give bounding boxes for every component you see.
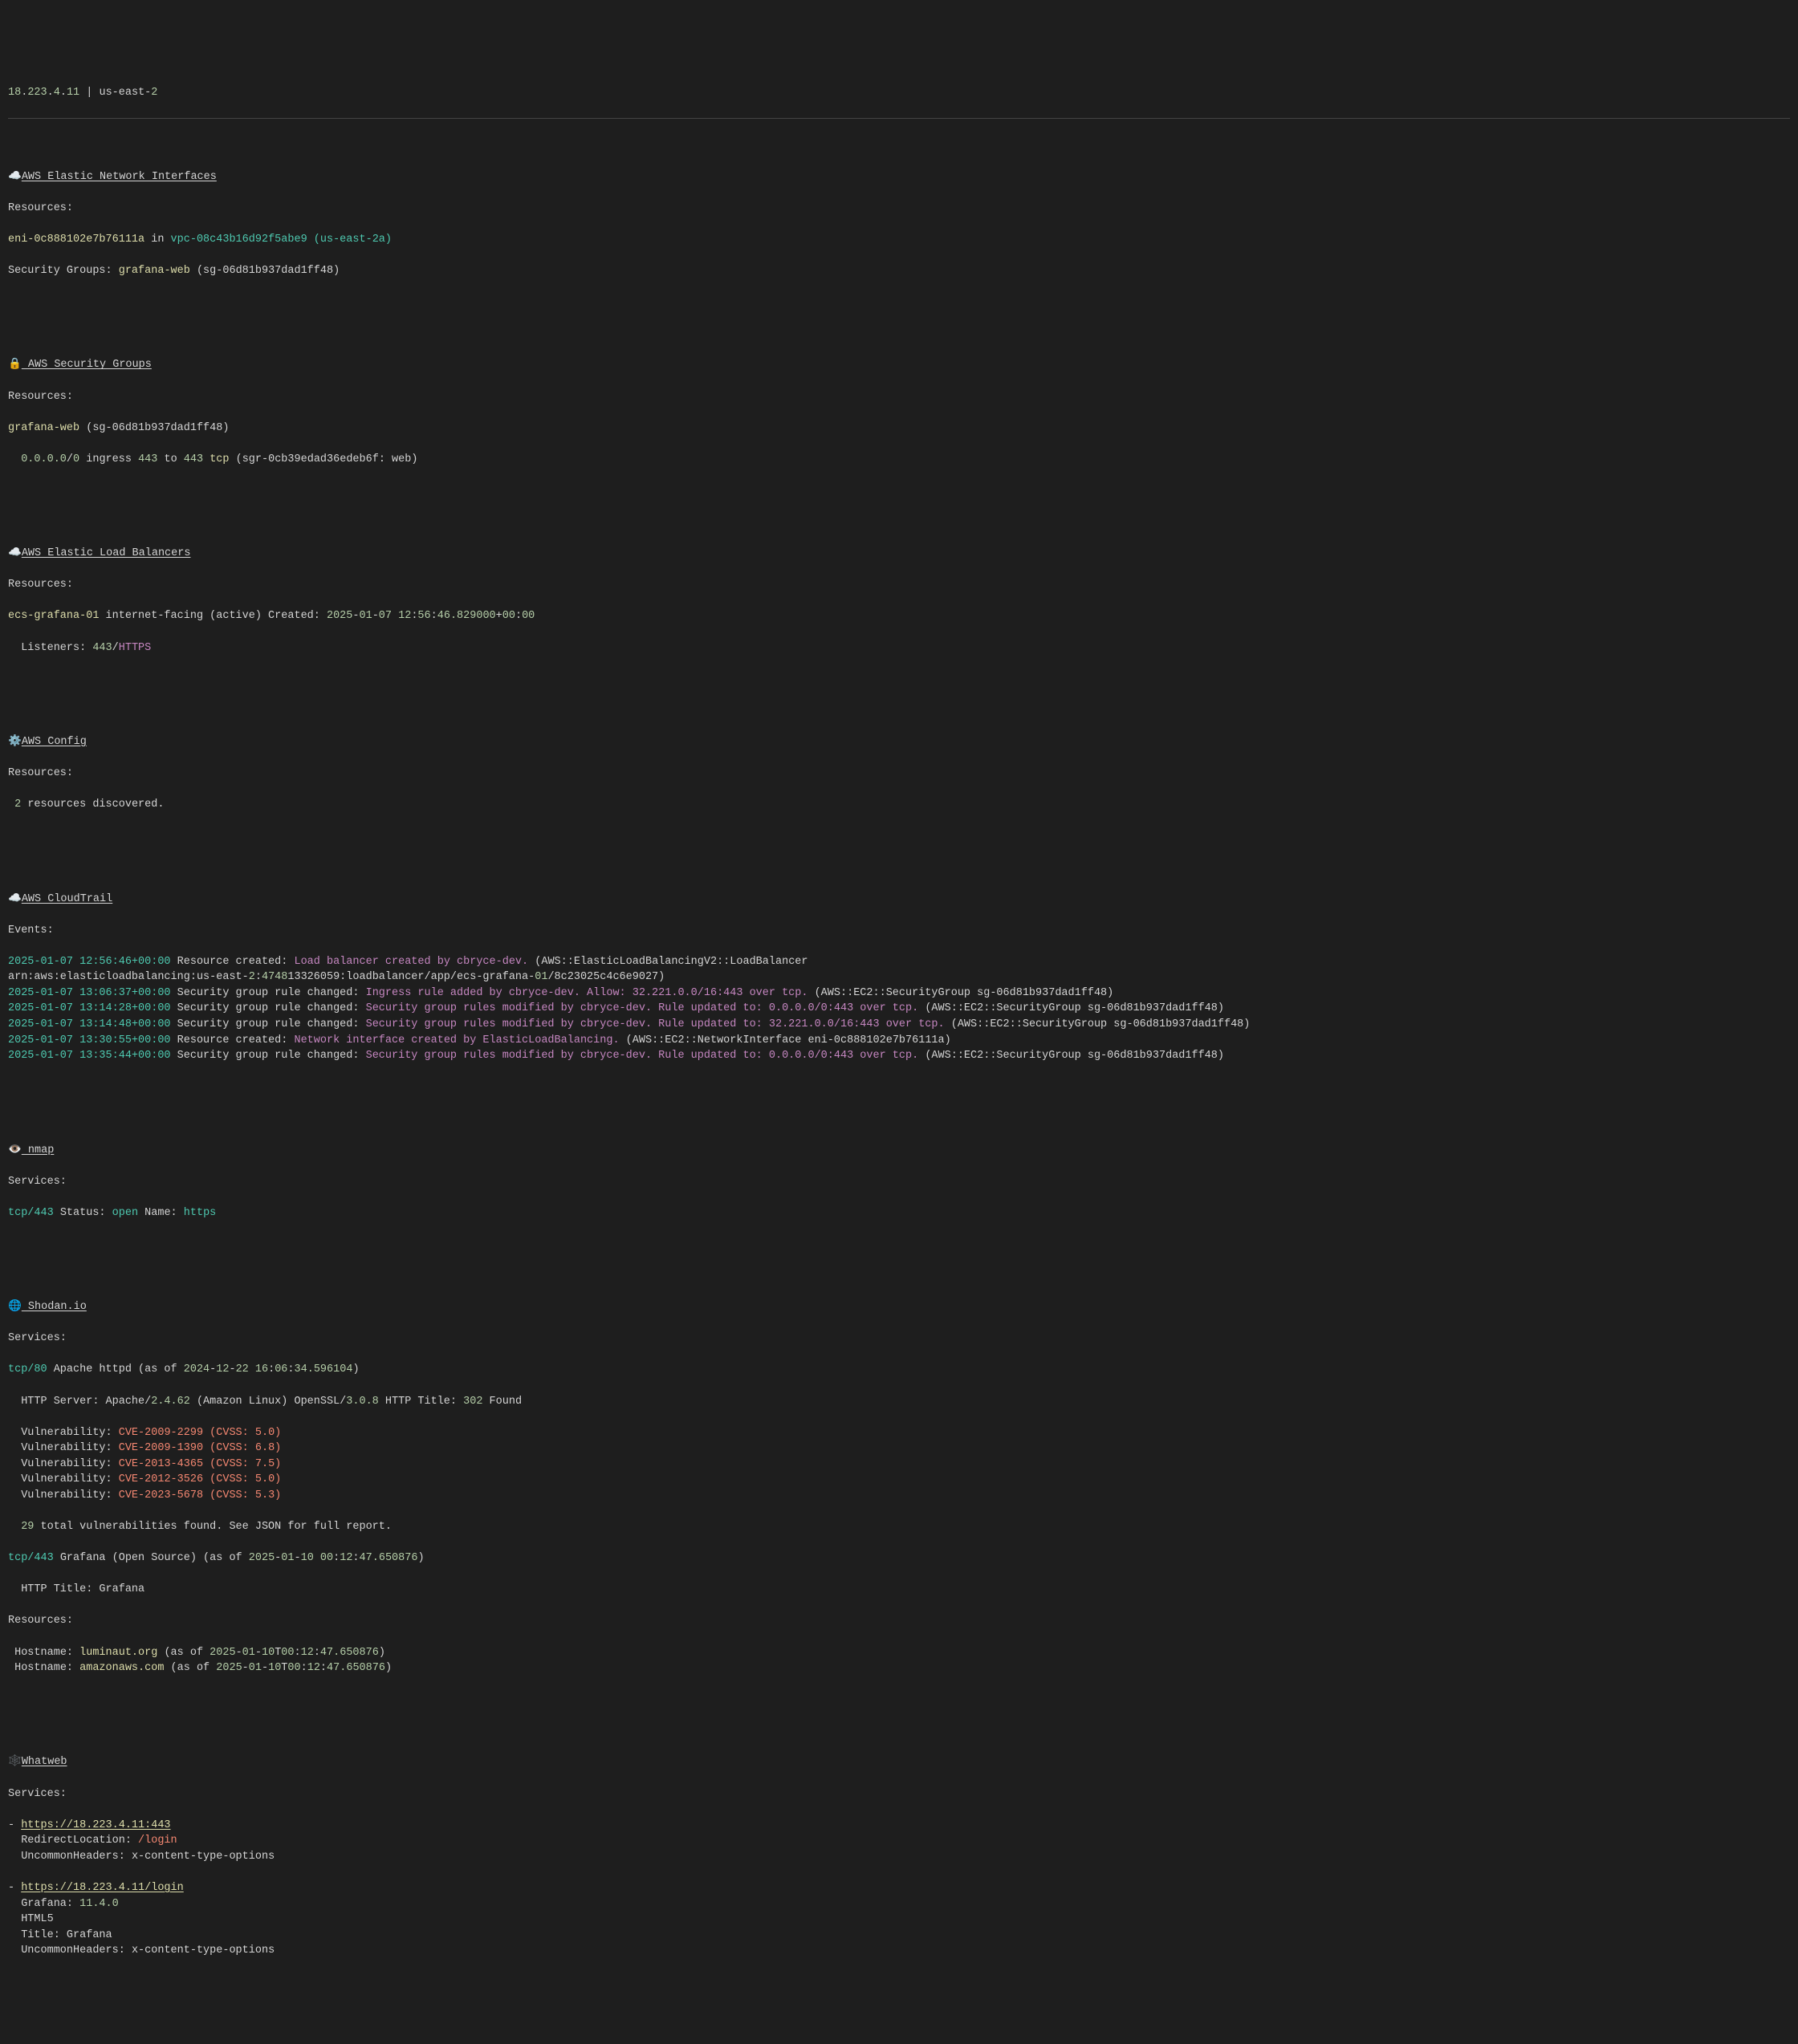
nmap-services-label: Services: [8, 1174, 1790, 1190]
elb-resources-label: Resources: [8, 577, 1790, 593]
sg-resources-label: Resources: [8, 389, 1790, 405]
gear-icon: ⚙️ [8, 736, 22, 748]
whatweb-detail-line: UncommonHeaders: x-content-type-options [8, 1849, 1790, 1865]
whatweb-detail-line: UncommonHeaders: x-content-type-options [8, 1943, 1790, 1959]
section-eni-header: ☁️AWS Elastic Network Interfaces [8, 169, 1790, 185]
elb-line: ecs-grafana-01 internet-facing (active) … [8, 608, 1790, 624]
shodan-svc2-http-title: HTTP Title: Grafana [8, 1582, 1790, 1598]
shodan-svc1-line: tcp/80 Apache httpd (as of 2024-12-22 16… [8, 1362, 1790, 1378]
lock-icon: 🔒 [8, 359, 22, 371]
eye-icon: 👁️ [8, 1144, 22, 1156]
eni-resource-line: eni-0c888102e7b76111a in vpc-08c43b16d92… [8, 232, 1790, 248]
hostname-line: Hostname: luminaut.org (as of 2025-01-10… [8, 1645, 1790, 1661]
hostname-line: Hostname: amazonaws.com (as of 2025-01-1… [8, 1660, 1790, 1676]
globe-icon: 🌐 [8, 1301, 22, 1313]
vulnerability-line: Vulnerability: CVE-2009-1390 (CVSS: 6.8) [8, 1441, 1790, 1457]
cloudtrail-events-label: Events: [8, 923, 1790, 939]
whatweb-url[interactable]: https://18.223.4.11/login [21, 1882, 184, 1894]
cloudtrail-event: 2025-01-07 13:30:55+00:00 Resource creat… [8, 1033, 1790, 1049]
whatweb-url[interactable]: https://18.223.4.11:443 [21, 1819, 170, 1831]
section-shodan-header: 🌐 Shodan.io [8, 1299, 1790, 1315]
cloudtrail-event: 2025-01-07 13:06:37+00:00 Security group… [8, 985, 1790, 1002]
whatweb-detail-line: Title: Grafana [8, 1928, 1790, 1944]
cloudtrail-event: 2025-01-07 12:56:46+00:00 Resource creat… [8, 954, 1790, 970]
cloud-icon: ☁️ [8, 547, 22, 559]
nmap-service-line: tcp/443 Status: open Name: https [8, 1205, 1790, 1221]
whatweb-services-label: Services: [8, 1786, 1790, 1802]
vulnerability-line: Vulnerability: CVE-2023-5678 (CVSS: 5.3) [8, 1488, 1790, 1504]
cloud-icon: ☁️ [8, 171, 22, 183]
cloudtrail-event: 2025-01-07 13:35:44+00:00 Security group… [8, 1048, 1790, 1064]
shodan-services-label: Services: [8, 1331, 1790, 1347]
config-count-line: 2 resources discovered. [8, 797, 1790, 813]
vulnerability-line: Vulnerability: CVE-2012-3526 (CVSS: 5.0) [8, 1472, 1790, 1488]
whatweb-url-line: - https://18.223.4.11:443 [8, 1818, 1790, 1834]
shodan-svc2-line: tcp/443 Grafana (Open Source) (as of 202… [8, 1550, 1790, 1567]
cloudtrail-event: 2025-01-07 13:14:48+00:00 Security group… [8, 1017, 1790, 1033]
section-elb-header: ☁️AWS Elastic Load Balancers [8, 546, 1790, 562]
web-icon: 🕸️ [8, 1756, 22, 1768]
whatweb-url-line: - https://18.223.4.11/login [8, 1880, 1790, 1896]
whatweb-detail-line: RedirectLocation: /login [8, 1833, 1790, 1849]
vulnerability-line: Vulnerability: CVE-2013-4365 (CVSS: 7.5) [8, 1457, 1790, 1473]
shodan-resources-label: Resources: [8, 1613, 1790, 1629]
section-whatweb-header: 🕸️Whatweb [8, 1754, 1790, 1770]
cloud-icon: ☁️ [8, 893, 22, 905]
sg-rule-line: 0.0.0.0/0 ingress 443 to 443 tcp (sgr-0c… [8, 452, 1790, 468]
cloudtrail-event: 2025-01-07 13:14:28+00:00 Security group… [8, 1001, 1790, 1017]
shodan-http-server-line: HTTP Server: Apache/2.4.62 (Amazon Linux… [8, 1394, 1790, 1410]
header-divider [8, 118, 1790, 119]
elb-listeners-line: Listeners: 443/HTTPS [8, 640, 1790, 656]
eni-resources-label: Resources: [8, 201, 1790, 217]
config-resources-label: Resources: [8, 766, 1790, 782]
shodan-vuln-total: 29 total vulnerabilities found. See JSON… [8, 1519, 1790, 1535]
eni-sg-line: Security Groups: grafana-web (sg-06d81b9… [8, 263, 1790, 279]
sg-name-line: grafana-web (sg-06d81b937dad1ff48) [8, 421, 1790, 437]
whatweb-detail-line: HTML5 [8, 1912, 1790, 1928]
section-nmap-header: 👁️ nmap [8, 1143, 1790, 1159]
header-line: 18.223.4.11 | us-east-2 [8, 85, 1790, 101]
cloudtrail-event: arn:aws:elasticloadbalancing:us-east-2:4… [8, 969, 1790, 985]
section-config-header: ⚙️AWS Config [8, 734, 1790, 750]
whatweb-detail-line: Grafana: 11.4.0 [8, 1896, 1790, 1912]
section-sg-header: 🔒 AWS Security Groups [8, 357, 1790, 373]
section-cloudtrail-header: ☁️AWS CloudTrail [8, 892, 1790, 908]
vulnerability-line: Vulnerability: CVE-2009-2299 (CVSS: 5.0) [8, 1425, 1790, 1441]
